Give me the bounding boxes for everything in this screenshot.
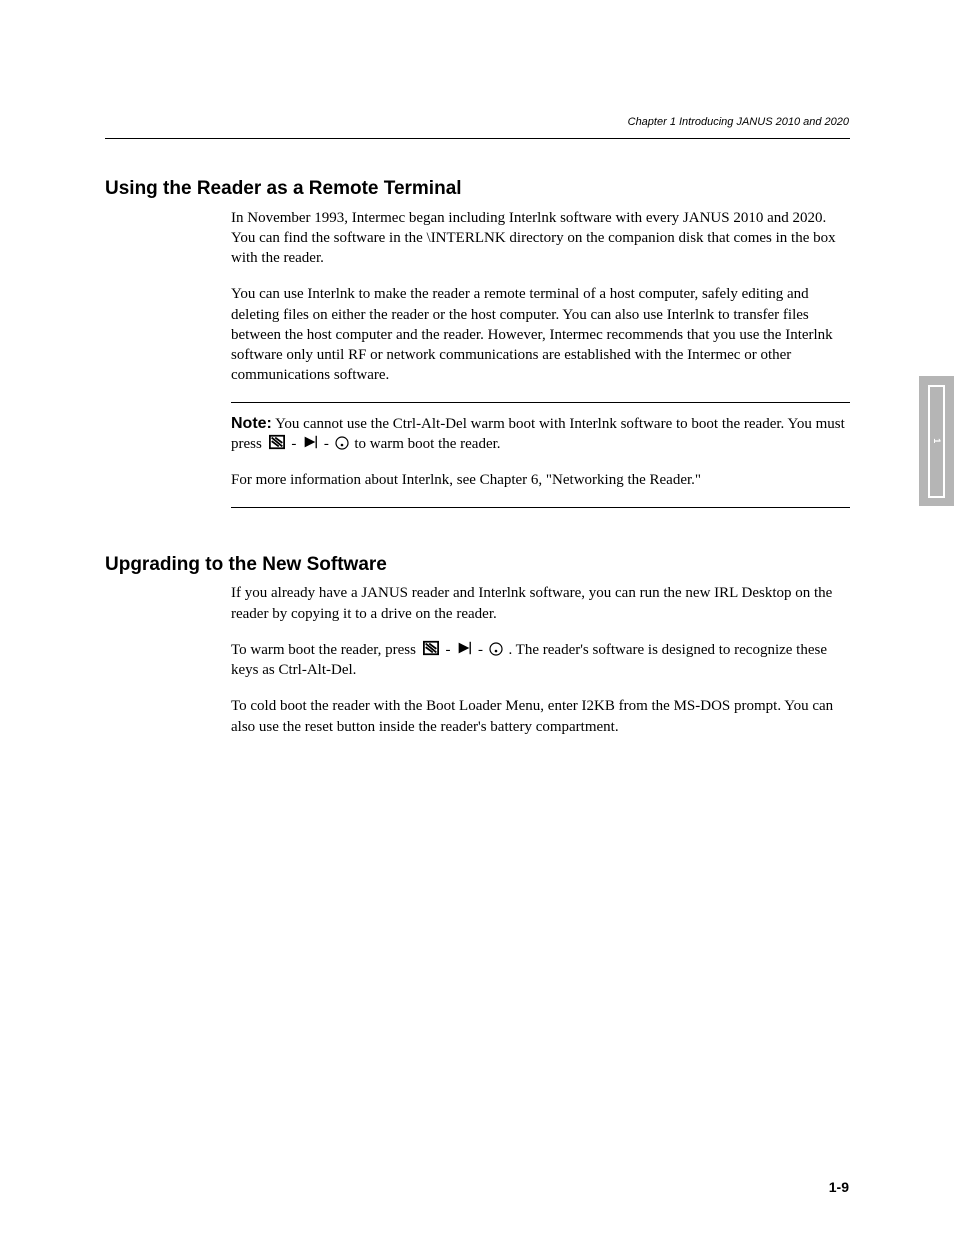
page: 1 Chapter 1 Introducing JANUS 2010 and 2… [0,0,954,1235]
key-sep: - [478,642,483,658]
paragraph: To cold boot the reader with the Boot Lo… [231,696,850,737]
section-heading-upgrading: Upgrading to the New Software [105,552,850,578]
ctrl-key-icon [422,640,440,656]
note-paragraph: Note: You cannot use the Ctrl-Alt-Del wa… [231,413,850,455]
header-title: Chapter 1 Introducing JANUS 2010 and 202… [628,116,849,128]
key-sep: - [291,436,296,452]
period-key-icon [335,436,349,450]
section-body-upgrading: If you already have a JANUS reader and I… [231,583,850,737]
note-block: Note: You cannot use the Ctrl-Alt-Del wa… [231,413,850,491]
page-number: 1-9 [829,1179,849,1195]
section-heading-using-reader: Using the Reader as a Remote Terminal [105,176,850,202]
period-key-icon [489,642,503,656]
page-header: Chapter 1 Introducing JANUS 2010 and 202… [628,112,849,130]
header-rule [105,138,850,139]
content-area: Using the Reader as a Remote Terminal In… [105,160,850,753]
paragraph: If you already have a JANUS reader and I… [231,583,850,624]
key-sep: - [445,642,450,658]
paragraph: You can use Interlnk to make the reader … [231,284,850,385]
note-label: Note: [231,415,272,432]
alt-key-icon [456,640,472,656]
note-paragraph-2: For more information about Interlnk, see… [231,470,850,490]
alt-key-icon [302,434,318,450]
paragraph: In November 1993, Intermec began includi… [231,208,850,269]
chapter-tab: 1 [919,376,954,506]
chapter-tab-number: 1 [932,438,942,444]
upgrading-text-a: To warm boot the reader, press [231,642,420,658]
key-sep: - [324,436,329,452]
note-text-2: to warm boot the reader. [354,436,500,452]
section-body-using-reader: In November 1993, Intermec began includi… [231,208,850,386]
note-rule-bottom [231,507,850,508]
note-rule-top [231,402,850,403]
paragraph-warmboot: To warm boot the reader, press - - . The… [231,640,850,681]
ctrl-key-icon [268,434,286,450]
